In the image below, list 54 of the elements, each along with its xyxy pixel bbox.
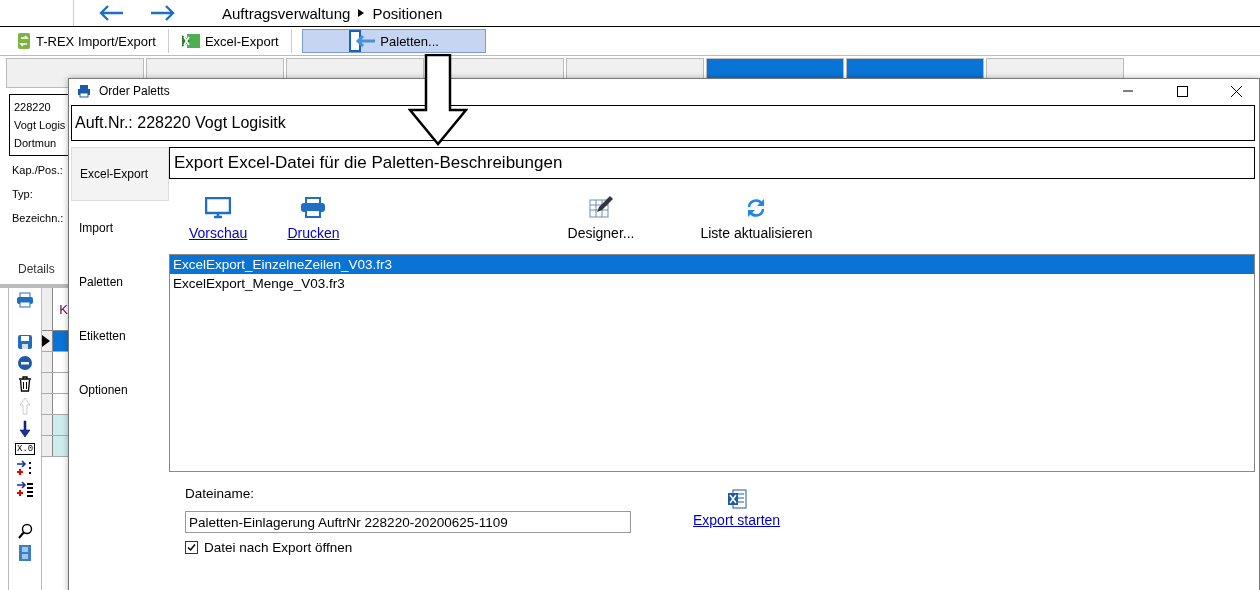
row-header-cell	[42, 415, 54, 435]
sync-icon	[16, 32, 32, 50]
table-pencil-icon	[589, 195, 613, 219]
order-info-line: Dortmun	[14, 136, 58, 151]
toolbar-button[interactable]: Paletten...	[301, 29, 486, 53]
maximize-icon	[1175, 84, 1189, 98]
printer-icon	[77, 84, 91, 98]
order-header: Auft.Nr.: 228220 Vogt Logisitk	[71, 105, 1255, 141]
order-info-line: Vogt Logis	[14, 118, 66, 133]
back-arrow-icon	[98, 4, 124, 22]
minus-circle-icon[interactable]	[17, 355, 34, 371]
breadcrumb-item[interactable]: Positionen	[372, 4, 443, 22]
action-button[interactable]: Liste aktualisieren	[700, 197, 813, 241]
row-header-cell	[42, 373, 54, 393]
search-icon[interactable]	[17, 523, 34, 539]
row-header-cell	[42, 394, 54, 414]
row-header-cell	[42, 436, 54, 456]
trash-icon[interactable]	[18, 376, 33, 392]
details-button[interactable]: Details	[18, 262, 68, 276]
action-link[interactable]: Vorschau	[189, 197, 248, 241]
forward-arrow-icon	[150, 4, 176, 22]
field-label: Typ:	[12, 188, 34, 202]
field-label: Kap./Pos.:	[12, 164, 64, 178]
order-info-line: 228220	[14, 100, 52, 115]
spreadsheet-icon	[726, 489, 747, 509]
row-header-cell	[42, 352, 54, 372]
insert-list-icon[interactable]	[16, 481, 35, 497]
file-list-item[interactable]: ExcelExport_Menge_V03.fr3	[170, 274, 1254, 293]
action-button[interactable]: Designer...	[567, 195, 635, 241]
arrow-into-box-icon	[348, 30, 377, 52]
down-arrow-icon[interactable]	[19, 420, 32, 438]
section-title: Export Excel-Datei für die Paletten-Beschreibungen	[169, 147, 1255, 179]
action-link[interactable]: Drucken	[287, 197, 340, 241]
close-icon	[1229, 84, 1243, 98]
printer-icon[interactable]	[16, 292, 35, 308]
row-pointer-icon	[42, 335, 51, 347]
filename-field[interactable]: Paletten-Einlagerung AuftrNr 228220-20200625-1109	[185, 511, 631, 533]
breadcrumb-item[interactable]: Auftragsverwaltung	[222, 4, 351, 22]
film-strip-icon[interactable]	[18, 544, 33, 562]
spreadsheet-icon	[180, 33, 201, 49]
export-start-link[interactable]: Export starten	[687, 488, 787, 534]
field-label: Bezeichn.:	[12, 212, 65, 226]
filename-label: Dateiname:	[185, 486, 256, 503]
decimal-button[interactable]: X.0	[15, 443, 36, 455]
window-title: Order Paletts	[99, 84, 170, 98]
nav-item[interactable]: Excel-Export	[71, 147, 169, 201]
printer-icon	[300, 197, 327, 219]
checkbox-label: Datei nach Export öffnen	[204, 540, 353, 555]
table-row[interactable]	[42, 331, 68, 352]
file-list-item[interactable]: ExcelExport_EinzelneZeilen_V03.fr3	[170, 255, 1254, 274]
breadcrumb-separator-icon	[358, 9, 365, 17]
open-after-export-checkbox[interactable]	[185, 541, 198, 554]
column-header: K	[58, 301, 68, 317]
monitor-icon	[205, 197, 232, 219]
